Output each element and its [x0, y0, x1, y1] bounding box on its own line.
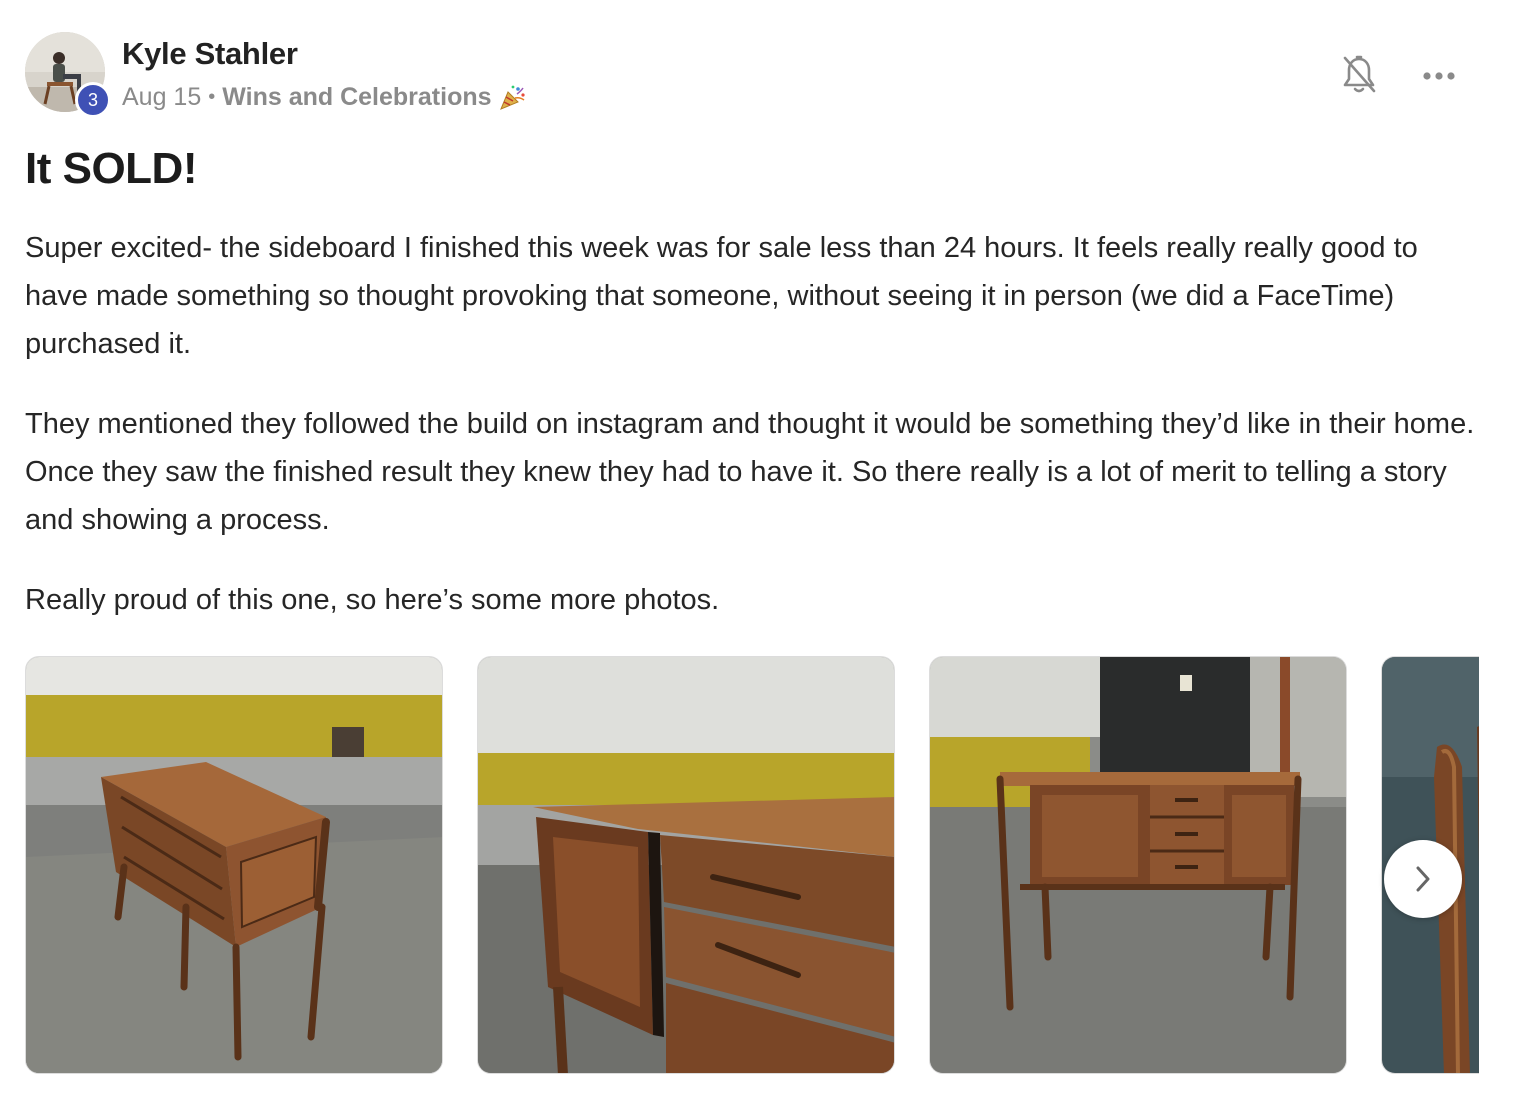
chevron-right-icon — [1416, 866, 1430, 892]
gallery-next-button[interactable] — [1384, 840, 1462, 918]
party-popper-icon — [498, 84, 526, 112]
meta-separator: • — [208, 86, 216, 108]
gallery-photo-3[interactable] — [929, 656, 1347, 1074]
post-paragraph: Really proud of this one, so here’s some… — [25, 584, 720, 616]
gallery-photo-1[interactable] — [25, 656, 443, 1074]
post-title: It SOLD! — [25, 144, 197, 193]
post-meta: Aug 15 • Wins and Celebrations — [122, 83, 526, 112]
post-card: 3 Kyle Stahler Aug 15 • Wins and Celebra… — [0, 0, 1526, 1096]
post-date[interactable]: Aug 15 — [122, 83, 201, 112]
post-body: Super excited- the sideboard I finished … — [25, 224, 1485, 656]
post-paragraph: Super excited- the sideboard I finished … — [25, 232, 1418, 360]
author-name[interactable]: Kyle Stahler — [122, 36, 298, 72]
more-horizontal-icon — [1423, 72, 1455, 80]
bell-off-icon — [1343, 55, 1376, 93]
post-category[interactable]: Wins and Celebrations — [222, 83, 491, 112]
photo-gallery — [25, 656, 1479, 1076]
post-paragraph: They mentioned they followed the build o… — [25, 408, 1475, 536]
author-avatar-wrap[interactable]: 3 — [25, 32, 111, 118]
more-options-button[interactable] — [1414, 56, 1464, 96]
notification-toggle-button[interactable] — [1336, 52, 1382, 98]
level-badge: 3 — [75, 82, 111, 118]
gallery-photo-2[interactable] — [477, 656, 895, 1074]
